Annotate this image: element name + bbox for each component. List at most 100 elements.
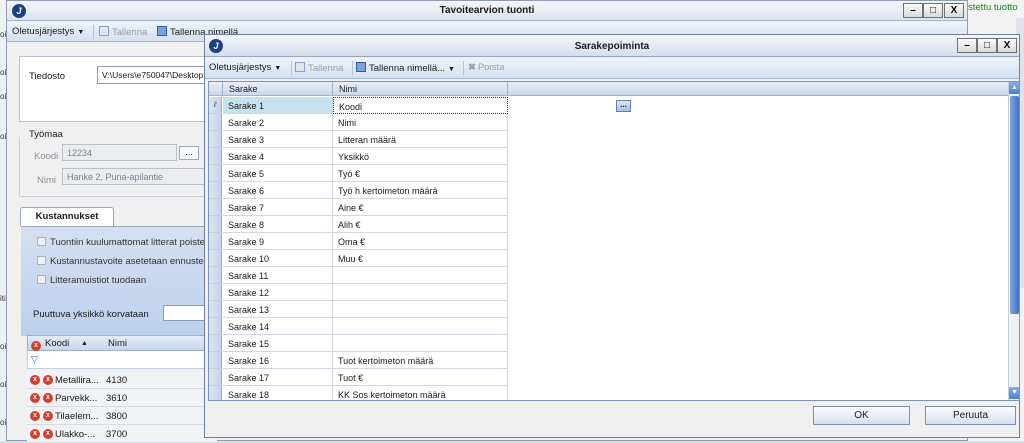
cancel-button[interactable]: Peruuta	[925, 406, 1016, 425]
remove-icon[interactable]: x	[43, 393, 53, 403]
close-button[interactable]: X	[944, 3, 964, 18]
row-selector[interactable]: ℓ	[209, 97, 222, 114]
name-cell[interactable]: Oma €	[333, 233, 508, 250]
row-selector[interactable]	[209, 284, 222, 301]
name-cell[interactable]: Tuot kertoimeton määrä	[333, 352, 508, 369]
table-row[interactable]: x x Ulakko-... 3700	[27, 425, 217, 443]
row-selector[interactable]	[209, 369, 222, 386]
row-selector[interactable]	[209, 250, 222, 267]
column-cell[interactable]: Sarake 14	[223, 318, 333, 335]
column-header-name[interactable]: Nimi	[108, 338, 127, 349]
table-row[interactable]: Sarake 6 Työ h kertoimeton määrä	[209, 182, 1009, 199]
dialog-save-button[interactable]: Tallenna	[295, 62, 343, 74]
scrollbar-thumb[interactable]	[1010, 96, 1019, 314]
table-row[interactable]: Sarake 15	[209, 335, 1009, 352]
name-cell[interactable]: Tuot €	[333, 369, 508, 386]
dialog-maximize-button[interactable]: □	[977, 38, 997, 53]
name-cell[interactable]: Alih €	[333, 216, 508, 233]
column-cell[interactable]: Sarake 5	[223, 165, 333, 182]
row-selector[interactable]	[209, 301, 222, 318]
table-row[interactable]: Sarake 3 Litteran määrä	[209, 131, 1009, 148]
checkbox-set-forecast[interactable]: Kustannustavoite asetetaan ennusteeksi	[37, 256, 221, 267]
row-selector[interactable]	[209, 352, 222, 369]
table-row[interactable]: Sarake 11	[209, 267, 1009, 284]
sort-dropdown[interactable]: Oletusjärjestys ▼	[12, 26, 84, 37]
tab-costs[interactable]: Kustannukset	[20, 207, 114, 226]
save-button[interactable]: Tallenna	[99, 26, 147, 38]
dialog-close-button[interactable]: X	[997, 38, 1017, 53]
code-input[interactable]: 12234	[62, 144, 177, 161]
remove-icon[interactable]: x	[30, 429, 40, 439]
column-cell[interactable]: Sarake 10	[223, 250, 333, 267]
main-window-titlebar[interactable]: J Tavoitearvion tuonti – □ X	[7, 1, 967, 21]
checkbox-box[interactable]	[37, 237, 46, 246]
remove-icon[interactable]: x	[30, 393, 40, 403]
row-selector[interactable]	[209, 318, 222, 335]
browse-code-button[interactable]: ...	[179, 146, 199, 160]
table-row[interactable]: Sarake 16 Tuot kertoimeton määrä	[209, 352, 1009, 369]
table-row[interactable]: Sarake 9 Oma €	[209, 233, 1009, 250]
ok-button[interactable]: OK	[813, 406, 910, 425]
column-cell[interactable]: Sarake 2	[223, 114, 333, 131]
column-cell[interactable]: Sarake 9	[223, 233, 333, 250]
file-path-input[interactable]: V:\Users\e750047\Desktop	[97, 66, 212, 84]
dialog-titlebar[interactable]: J Sarakepoiminta – □ X	[205, 35, 1019, 57]
table-row[interactable]: Sarake 18 KK Sos kertoimeton määrä	[209, 386, 1009, 400]
column-cell[interactable]: Sarake 7	[223, 199, 333, 216]
row-selector[interactable]	[209, 199, 222, 216]
scroll-up-button[interactable]: ▲	[1009, 82, 1019, 94]
name-input[interactable]: Hanke 2, Puna-apilantie	[62, 168, 212, 185]
checkbox-remove-unused[interactable]: Tuontiin kuulumattomat litterat poisteta…	[37, 237, 223, 248]
vertical-scrollbar[interactable]: ▲ ▼	[1008, 82, 1019, 400]
table-row[interactable]: Sarake 7 Aine €	[209, 199, 1009, 216]
table-row[interactable]: Sarake 12	[209, 284, 1009, 301]
column-cell[interactable]: Sarake 13	[223, 301, 333, 318]
ellipsis-button[interactable]: ...	[616, 100, 631, 112]
row-selector[interactable]	[209, 386, 222, 400]
dialog-minimize-button[interactable]: –	[957, 38, 977, 53]
table-row[interactable]: Sarake 14	[209, 318, 1009, 335]
column-header-nimi[interactable]: Nimi	[339, 84, 357, 94]
name-cell[interactable]: KK Sos kertoimeton määrä	[333, 386, 508, 400]
name-cell[interactable]: Muu €	[333, 250, 508, 267]
table-row[interactable]: Sarake 2 Nimi	[209, 114, 1009, 131]
name-cell[interactable]	[333, 267, 508, 284]
column-header-sarake[interactable]: Sarake	[229, 84, 258, 94]
column-cell[interactable]: Sarake 15	[223, 335, 333, 352]
row-selector[interactable]	[209, 182, 222, 199]
table-row[interactable]: Sarake 4 Yksikkö	[209, 148, 1009, 165]
table-row[interactable]: x x Tilaelem... 3800	[27, 407, 217, 425]
name-cell[interactable]	[333, 301, 508, 318]
name-cell[interactable]	[333, 284, 508, 301]
column-cell[interactable]: Sarake 16	[223, 352, 333, 369]
filter-icon[interactable]: ▽	[31, 354, 38, 365]
row-selector[interactable]	[209, 233, 222, 250]
name-cell[interactable]	[333, 318, 508, 335]
table-row[interactable]: Sarake 8 Alih €	[209, 216, 1009, 233]
column-cell[interactable]: Sarake 12	[223, 284, 333, 301]
name-cell[interactable]: Nimi	[333, 114, 508, 131]
name-cell[interactable]	[333, 335, 508, 352]
scroll-down-button[interactable]: ▼	[1009, 387, 1019, 399]
table-row[interactable]: x x Parvekk... 3610	[27, 389, 217, 407]
name-cell[interactable]: Aine €	[333, 199, 508, 216]
remove-icon[interactable]: x	[30, 411, 40, 421]
column-cell[interactable]: Sarake 6	[223, 182, 333, 199]
name-cell[interactable]: Koodi...	[333, 97, 631, 114]
table-row[interactable]: Sarake 5 Työ €	[209, 165, 1009, 182]
table-row[interactable]: Sarake 17 Tuot €	[209, 369, 1009, 386]
column-cell[interactable]: Sarake 17	[223, 369, 333, 386]
dialog-sort-dropdown[interactable]: Oletusjärjestys ▼	[209, 62, 281, 73]
row-selector[interactable]	[209, 335, 222, 352]
table-row[interactable]: Sarake 10 Muu €	[209, 250, 1009, 267]
row-selector[interactable]	[209, 165, 222, 182]
column-header-code[interactable]: Koodi	[45, 338, 69, 349]
row-selector[interactable]	[209, 267, 222, 284]
name-cell[interactable]: Työ h kertoimeton määrä	[333, 182, 508, 199]
remove-icon[interactable]: x	[30, 375, 40, 385]
column-cell[interactable]: Sarake 18	[223, 386, 333, 400]
dialog-delete-button[interactable]: ✖ Poista	[468, 62, 504, 73]
remove-icon[interactable]: x	[43, 429, 53, 439]
row-selector[interactable]	[209, 131, 222, 148]
table-row[interactable]: Sarake 13	[209, 301, 1009, 318]
